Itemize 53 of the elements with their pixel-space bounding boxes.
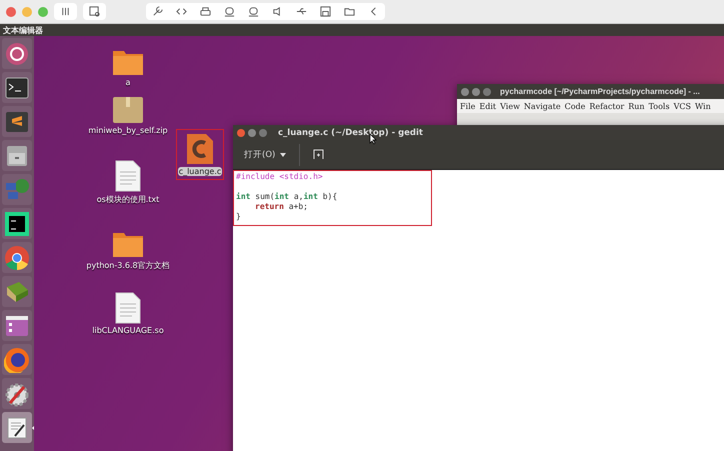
minimize-icon[interactable]	[248, 128, 256, 136]
desktop-icon-label[interactable]: c_luange.c	[178, 167, 222, 176]
new-tab-icon	[313, 149, 324, 160]
launcher-item[interactable]	[2, 72, 32, 103]
menu-item[interactable]: Run	[628, 102, 645, 110]
code-line: return a+b;	[254, 202, 309, 212]
close-light-icon[interactable]	[6, 6, 16, 16]
code-line: #include <stdio.h>	[236, 172, 324, 182]
wrench-icon[interactable]	[152, 6, 163, 17]
c-source-file-icon[interactable]	[186, 133, 214, 165]
usb-icon[interactable]	[296, 6, 307, 17]
desktop-icon-label[interactable]: os模块的使用.txt	[96, 194, 160, 205]
menu-item[interactable]: Tools	[648, 102, 670, 110]
menu-item[interactable]: Code	[564, 102, 586, 110]
desktop-icon-label[interactable]: python-3.6.8官方文档	[86, 260, 170, 271]
floppy-icon[interactable]	[320, 6, 331, 17]
desktop-icon-label[interactable]: a	[126, 78, 130, 87]
sidebar-icon[interactable]	[60, 6, 71, 17]
folder-icon[interactable]	[344, 6, 355, 17]
maximize-icon[interactable]	[259, 128, 267, 136]
printer-icon[interactable]	[200, 6, 211, 17]
screenshot-button[interactable]	[83, 3, 106, 20]
close-icon[interactable]	[461, 88, 469, 96]
menu-item[interactable]: View	[500, 102, 520, 110]
menu-item[interactable]: Navigate	[524, 102, 561, 110]
menu-item[interactable]: File	[460, 102, 476, 110]
menu-item[interactable]: Edit	[479, 102, 496, 110]
close-icon[interactable]	[237, 128, 245, 136]
window-title: pycharmcode [~/PycharmProjects/pycharmcode] - ...	[500, 87, 700, 96]
launcher-item[interactable]	[2, 106, 32, 137]
window-title: c_luange.c (~/Desktop) - gedit	[278, 128, 423, 138]
folder-icon[interactable]	[112, 48, 144, 76]
text-file-icon[interactable]	[115, 292, 141, 324]
terminal-icon[interactable]	[5, 76, 29, 98]
code-line: }	[236, 212, 242, 222]
menu-item[interactable]: Refactor	[589, 102, 624, 110]
minimize-icon[interactable]	[472, 88, 480, 96]
text-editor-s-icon[interactable]	[5, 110, 29, 132]
desktop-icon-label[interactable]: miniweb_by_self.zip	[88, 126, 168, 135]
archive-box-icon[interactable]	[112, 94, 144, 124]
speaker-icon[interactable]	[272, 6, 283, 17]
folder-icon[interactable]	[112, 230, 144, 258]
text-file-icon[interactable]	[115, 160, 141, 192]
code-icon[interactable]	[176, 6, 187, 17]
screenshot-icon[interactable]	[89, 6, 100, 17]
app-title: 文本编辑器	[3, 24, 43, 36]
caret-icon	[280, 152, 286, 156]
menu-item[interactable]: VCS	[674, 102, 691, 110]
desktop-icon-label[interactable]: libCLANGUAGE.so	[92, 326, 164, 335]
maximize-icon[interactable]	[483, 88, 491, 96]
menu-item[interactable]: Win	[694, 102, 711, 110]
sidebar-toggle-button[interactable]	[54, 3, 77, 20]
code-line: int sum(int a,int b){	[236, 191, 338, 202]
